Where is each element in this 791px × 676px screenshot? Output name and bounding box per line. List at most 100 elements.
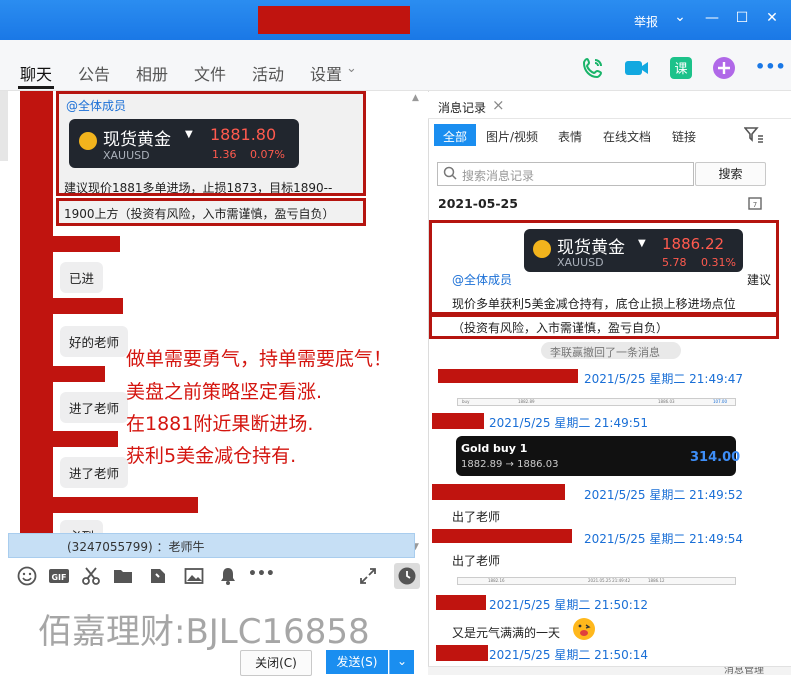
entry-time: 2021/5/25 星期二 21:50:14: [489, 648, 649, 662]
overlay-line: 获利5美金减仓持有.: [126, 445, 297, 467]
send-button[interactable]: 发送(S): [326, 650, 388, 674]
gold-symbol: XAUUSD: [557, 256, 604, 269]
filter-tab-media[interactable]: 图片/视频: [486, 128, 538, 145]
gold-coin-icon: [533, 240, 551, 258]
caret-down-icon: ▼: [638, 238, 646, 249]
history-suggest: 建议: [747, 273, 772, 287]
svg-text:GIF: GIF: [51, 573, 66, 582]
mini-chart-label: 1882.89: [518, 399, 535, 404]
trade-screenshot-thumb[interactable]: buy 1882.89 1886.03 107.00: [457, 398, 736, 406]
entry-time: 2021/5/25 星期二 21:49:47: [584, 372, 744, 386]
more-tools-icon[interactable]: •••: [248, 566, 275, 582]
trade-screenshot-thumb[interactable]: 1882.16 2021.05.25 21:49:42 1886.12: [457, 577, 736, 585]
history-title: 消息记录: [438, 101, 487, 115]
filter-tab-stickers[interactable]: 表情: [558, 128, 582, 145]
mini-chart-label: buy: [462, 399, 470, 404]
minimize-icon[interactable]: —: [702, 10, 722, 26]
overlay-line: 做单需要勇气，持单需要底气！: [126, 348, 393, 370]
sender-name-redacted: [436, 595, 486, 610]
sender-name-redacted: [432, 413, 484, 429]
tab-album[interactable]: 相册: [136, 61, 168, 85]
more-icon[interactable]: •••: [755, 57, 786, 76]
tab-files[interactable]: 文件: [194, 61, 226, 85]
watermark: 佰嘉理财:BJLC16858: [38, 612, 370, 652]
class-icon[interactable]: 课: [669, 56, 693, 80]
history-text: 出了老师: [452, 554, 501, 568]
sender-name-redacted: [432, 484, 565, 500]
add-app-icon[interactable]: [712, 56, 736, 80]
chevron-down-icon[interactable]: ⌄: [670, 9, 690, 25]
entry-time: 2021/5/25 星期二 21:49:51: [489, 416, 649, 430]
history-button[interactable]: [394, 563, 420, 589]
gold-name: 现货黄金: [557, 238, 625, 258]
gold-price: 1881.80: [210, 125, 277, 144]
emoji-icon[interactable]: [17, 566, 37, 586]
history-mention-all[interactable]: @全体成员: [452, 271, 512, 288]
sender-name-redacted: [436, 645, 488, 661]
overlay-line: 在1881附近果断进场.: [126, 413, 314, 435]
gold-change: 5.78: [662, 256, 687, 269]
tab-active-indicator: [18, 86, 54, 89]
gold-change-pct: 0.07%: [250, 148, 285, 161]
search-button[interactable]: 搜索: [695, 162, 766, 186]
close-button[interactable]: 关闭(C): [240, 650, 312, 676]
search-icon: [443, 166, 457, 183]
mini-chart-label: 1886.03: [658, 399, 675, 404]
sender-name-redacted: [53, 236, 120, 252]
bell-icon[interactable]: [218, 566, 238, 586]
image-icon[interactable]: [184, 566, 204, 586]
scroll-up-icon[interactable]: ▲: [412, 93, 419, 103]
tab-settings[interactable]: 设置: [310, 61, 342, 85]
trade-card[interactable]: Gold buy 1 1882.89 → 1886.03 314.00: [456, 436, 740, 476]
settings-chevron-icon[interactable]: ⌄: [346, 61, 357, 76]
filter-icon[interactable]: [743, 126, 764, 147]
svg-text:7: 7: [753, 201, 757, 209]
tongue-emoji-icon: [572, 617, 596, 644]
trade-card-profit: 314.00: [690, 450, 741, 465]
history-message-line-1: 现价多单获利5美金减仓持有，底仓止损上移进场点位: [452, 297, 736, 311]
mini-chart-label: 2021.05.25 21:49:42: [588, 578, 631, 583]
message-line-2: 1900上方（投资有风险，入市需谨慎，盈亏自负）: [64, 207, 335, 221]
history-gold-quote-card[interactable]: 现货黄金 ▼ XAUUSD 1886.22 5.78 0.31%: [524, 229, 743, 272]
gold-quote-card[interactable]: 现货黄金 ▼ XAUUSD 1881.80 1.36 0.07%: [69, 119, 299, 168]
sender-name-redacted: [53, 366, 105, 382]
expand-icon[interactable]: [358, 566, 378, 586]
gold-name: 现货黄金: [103, 130, 171, 150]
gif-icon[interactable]: GIF: [48, 566, 69, 586]
caret-down-icon: ▼: [185, 129, 193, 140]
scissors-icon[interactable]: [81, 566, 101, 586]
history-text: 又是元气满满的一天: [452, 626, 561, 640]
folder-icon[interactable]: [113, 566, 133, 586]
message-bubble: 已进: [60, 262, 104, 293]
mention-all[interactable]: @全体成员: [66, 97, 126, 114]
tab-chat[interactable]: 聊天: [20, 61, 52, 85]
message-bubble: 进了老师: [60, 392, 129, 423]
phone-icon[interactable]: [581, 56, 605, 80]
history-close-icon[interactable]: ×: [492, 96, 505, 114]
tab-announcement[interactable]: 公告: [78, 61, 110, 85]
gold-symbol: XAUUSD: [103, 149, 150, 162]
tab-activity[interactable]: 活动: [252, 61, 284, 85]
sender-name-redacted: [53, 431, 118, 447]
entry-time: 2021/5/25 星期二 21:49:54: [584, 532, 744, 546]
filter-tab-all[interactable]: 全部: [443, 128, 467, 145]
history-date: 2021-05-25: [438, 196, 518, 211]
divider: [428, 118, 791, 119]
close-icon[interactable]: ✕: [762, 10, 782, 26]
video-call-icon[interactable]: [624, 56, 648, 80]
report-link[interactable]: 举报: [634, 13, 658, 30]
send-options-chevron-icon[interactable]: ⌄: [389, 650, 414, 674]
maximize-icon[interactable]: ☐: [732, 10, 752, 26]
search-placeholder: 搜索消息记录: [462, 169, 535, 183]
filter-tab-docs[interactable]: 在线文档: [603, 128, 651, 145]
clock-icon: [398, 567, 416, 585]
reply-quote-text: (3247055799) ：老师牛: [67, 540, 205, 554]
trade-card-title: Gold buy 1: [461, 442, 528, 455]
screenshot-icon[interactable]: [148, 566, 168, 586]
entry-time: 2021/5/25 星期二 21:49:52: [584, 488, 744, 502]
filter-tab-links[interactable]: 链接: [672, 128, 696, 145]
mini-chart-label: 1886.12: [648, 578, 665, 583]
recall-notice: 李联赢撤回了一条消息: [550, 346, 660, 359]
gold-price: 1886.22: [662, 235, 725, 253]
calendar-icon[interactable]: 7: [748, 196, 762, 213]
